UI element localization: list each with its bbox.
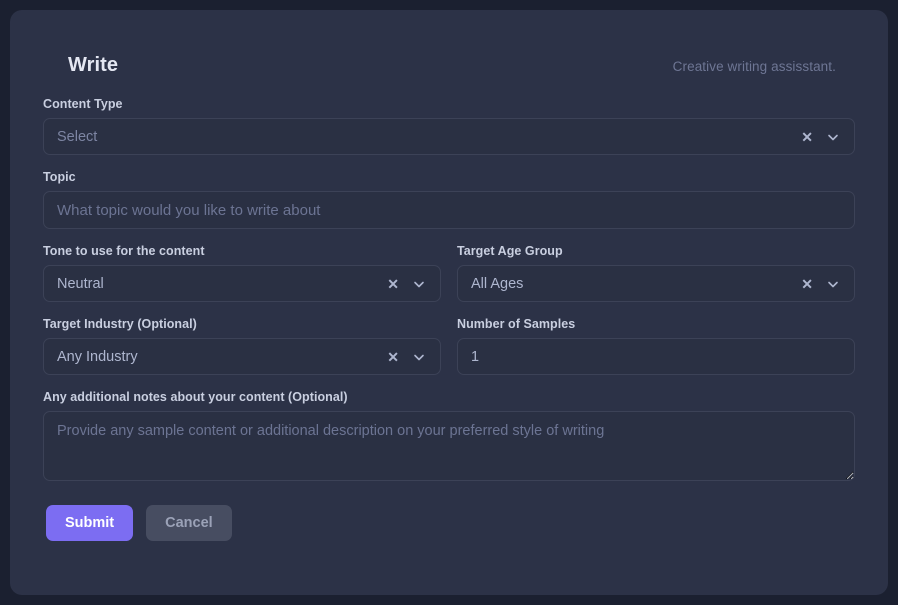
samples-input[interactable] (457, 338, 855, 375)
label-topic: Topic (43, 170, 855, 184)
industry-select[interactable]: Any Industry ✕ (43, 338, 441, 375)
label-industry: Target Industry (Optional) (43, 317, 441, 331)
close-icon[interactable]: ✕ (387, 277, 399, 291)
industry-icons: ✕ (387, 350, 430, 364)
age-group-value: All Ages (471, 276, 801, 292)
tone-icons: ✕ (387, 277, 430, 291)
topic-input[interactable] (43, 191, 855, 229)
col-industry: Target Industry (Optional) Any Industry … (43, 317, 441, 375)
row-industry-samples: Target Industry (Optional) Any Industry … (43, 317, 855, 375)
label-samples: Number of Samples (457, 317, 855, 331)
tone-value: Neutral (57, 276, 387, 292)
content-type-icons: ✕ (801, 130, 844, 144)
age-group-select[interactable]: All Ages ✕ (457, 265, 855, 302)
content-type-value: Select (57, 129, 801, 145)
label-notes: Any additional notes about your content … (43, 390, 855, 404)
label-age-group: Target Age Group (457, 244, 855, 258)
close-icon[interactable]: ✕ (387, 350, 399, 364)
col-tone: Tone to use for the content Neutral ✕ (43, 244, 441, 302)
chevron-down-icon[interactable] (412, 350, 426, 364)
row-tone-age: Tone to use for the content Neutral ✕ (43, 244, 855, 302)
form-actions: Submit Cancel (43, 505, 855, 541)
chevron-down-icon[interactable] (412, 277, 426, 291)
field-industry: Target Industry (Optional) Any Industry … (43, 317, 441, 375)
field-notes: Any additional notes about your content … (43, 390, 855, 481)
field-age-group: Target Age Group All Ages ✕ (457, 244, 855, 302)
col-age-group: Target Age Group All Ages ✕ (457, 244, 855, 302)
cancel-button[interactable]: Cancel (146, 505, 232, 541)
notes-textarea[interactable] (43, 411, 855, 481)
tone-select[interactable]: Neutral ✕ (43, 265, 441, 302)
write-form-card: Write Creative writing assisstant. Conte… (10, 10, 888, 595)
field-samples: Number of Samples (457, 317, 855, 375)
page-subtitle: Creative writing assisstant. (673, 59, 836, 74)
chevron-down-icon[interactable] (826, 277, 840, 291)
close-icon[interactable]: ✕ (801, 277, 813, 291)
page-title: Write (68, 54, 118, 77)
write-form: Content Type Select ✕ Topic (40, 97, 858, 541)
industry-value: Any Industry (57, 349, 387, 365)
chevron-down-icon[interactable] (826, 130, 840, 144)
col-samples: Number of Samples (457, 317, 855, 375)
field-topic: Topic (43, 170, 855, 229)
label-tone: Tone to use for the content (43, 244, 441, 258)
content-type-select[interactable]: Select ✕ (43, 118, 855, 155)
label-content-type: Content Type (43, 97, 855, 111)
close-icon[interactable]: ✕ (801, 130, 813, 144)
submit-button[interactable]: Submit (46, 505, 133, 541)
age-group-icons: ✕ (801, 277, 844, 291)
app-root: Write Creative writing assisstant. Conte… (0, 0, 898, 605)
field-tone: Tone to use for the content Neutral ✕ (43, 244, 441, 302)
card-header: Write Creative writing assisstant. (40, 10, 858, 97)
field-content-type: Content Type Select ✕ (43, 97, 855, 155)
